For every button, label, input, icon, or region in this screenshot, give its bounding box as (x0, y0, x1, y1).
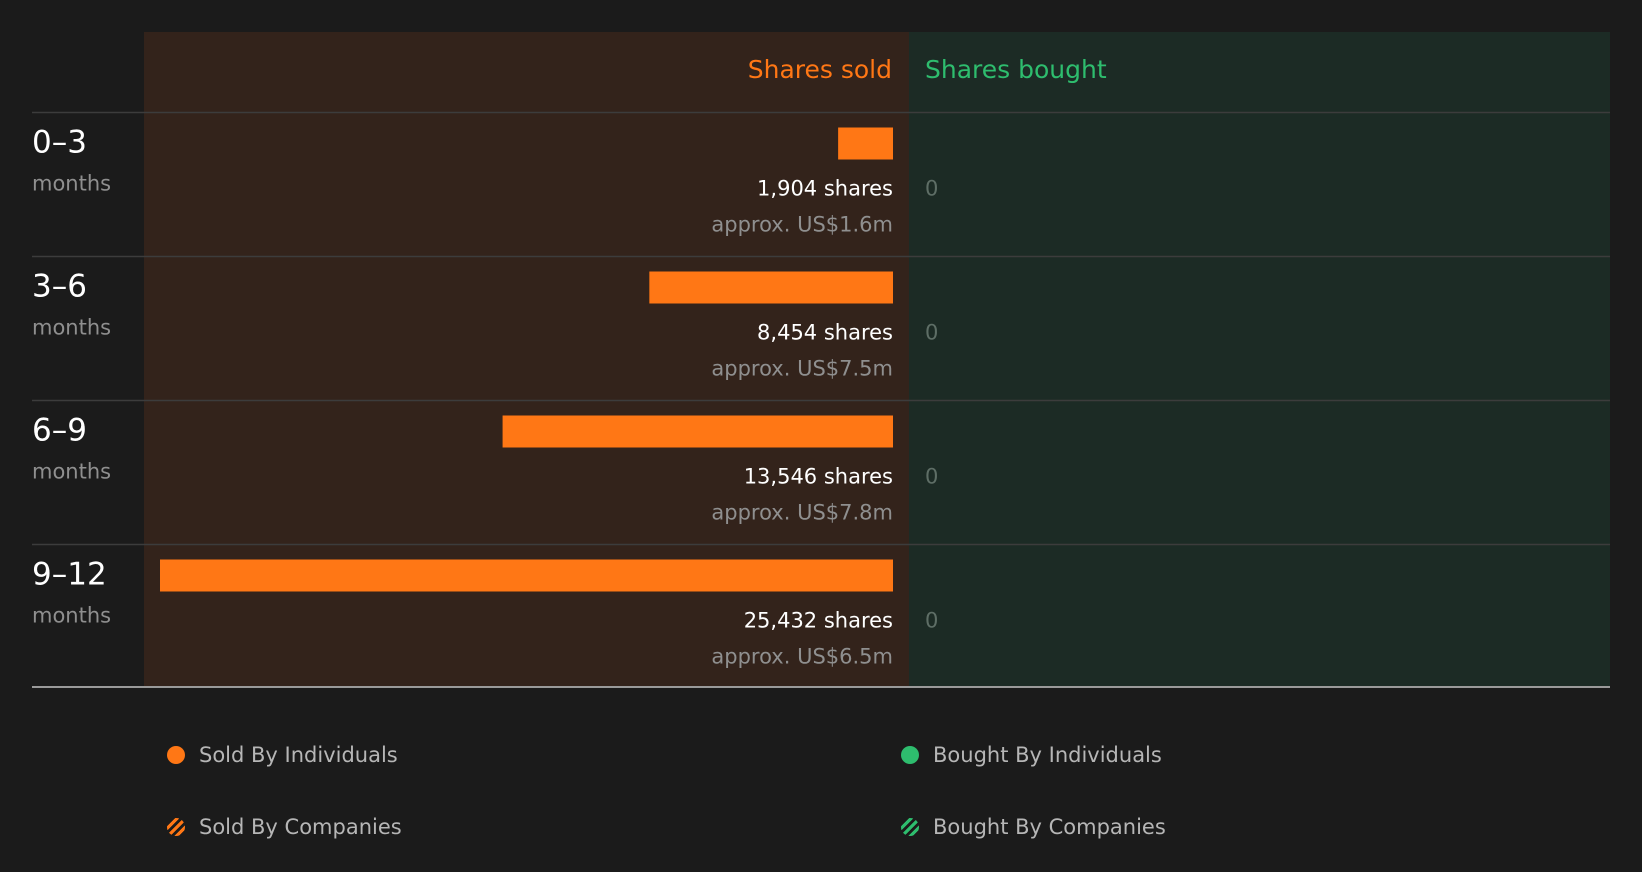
bought-panel (909, 32, 1610, 687)
category-range-label: 0–3 (32, 125, 87, 161)
legend-item: Bought By Companies (901, 815, 1166, 839)
category-unit-label: months (32, 172, 111, 196)
legend-dot-icon (901, 746, 919, 764)
sold-value-label: approx. US$7.8m (711, 501, 893, 525)
bought-shares-label: 0 (925, 609, 938, 633)
legend-item: Bought By Individuals (901, 743, 1162, 767)
legend-dot-icon (167, 746, 185, 764)
bought-header: Shares bought (925, 55, 1107, 84)
bought-shares-label: 0 (925, 465, 938, 489)
category-unit-label: months (32, 316, 111, 340)
legend-item: Sold By Companies (167, 815, 402, 839)
sold-value-label: approx. US$6.5m (711, 645, 893, 669)
bought-shares-label: 0 (925, 321, 938, 345)
sold-shares-label: 13,546 shares (744, 465, 893, 489)
sold-bar (838, 127, 893, 160)
legend-label: Bought By Individuals (933, 743, 1162, 767)
sold-bar (160, 559, 893, 592)
category-unit-label: months (32, 460, 111, 484)
legend-hatch-icon (167, 818, 185, 836)
bought-shares-label: 0 (925, 177, 938, 201)
category-range-label: 6–9 (32, 413, 87, 449)
sold-bar (649, 271, 893, 304)
sold-value-label: approx. US$1.6m (711, 213, 893, 237)
category-range-label: 9–12 (32, 557, 107, 593)
legend-label: Sold By Companies (199, 815, 402, 839)
legend-label: Sold By Individuals (199, 743, 398, 767)
sold-bar (502, 415, 893, 448)
sold-shares-label: 1,904 shares (757, 177, 893, 201)
legend-item: Sold By Individuals (167, 743, 398, 767)
insider-trading-chart: Shares sold Shares bought 0–3 months 1,904… (32, 32, 1610, 688)
category-unit-label: months (32, 604, 111, 628)
legend-hatch-icon (901, 818, 919, 836)
sold-header: Shares sold (748, 55, 892, 84)
sold-shares-label: 8,454 shares (757, 321, 893, 345)
category-range-label: 3–6 (32, 269, 87, 305)
sold-value-label: approx. US$7.5m (711, 357, 893, 381)
legend-label: Bought By Companies (933, 815, 1166, 839)
sold-shares-label: 25,432 shares (744, 609, 893, 633)
